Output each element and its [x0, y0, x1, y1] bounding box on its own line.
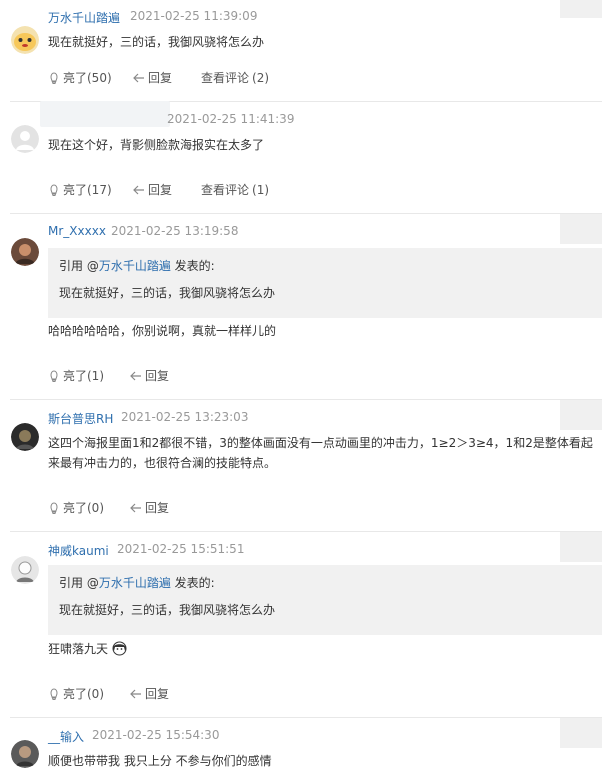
comment-text: 现在这个好，背影侧脸款海报实在太多了 — [48, 138, 265, 152]
quote-block: 引用 @万水千山踏遍 发表的: 现在就挺好，三的话，我御风骁将怎么办 — [48, 565, 602, 635]
divider — [10, 399, 602, 400]
reply-label: 回复 — [148, 71, 173, 85]
divider — [10, 717, 602, 718]
timestamp: 2021-02-25 13:19:58 — [111, 224, 239, 238]
reply-label: 回复 — [145, 369, 170, 383]
avatar[interactable] — [11, 556, 39, 584]
like-count: 亮了(17) — [63, 183, 112, 197]
username[interactable]: 神威kaumi — [48, 542, 109, 559]
emoji-icon — [112, 641, 127, 656]
comment-text: 顺便也带带我 我只上分 不参与你们的感情 — [48, 754, 272, 768]
like-count: 亮了(0) — [63, 687, 104, 701]
view-comments-label: 查看评论 — [201, 71, 250, 85]
quote-text: 现在就挺好，三的话，我御风骁将怎么办 — [59, 603, 276, 617]
reply-icon — [133, 73, 144, 82]
avatar[interactable] — [11, 423, 39, 451]
comment-text: 现在就挺好，三的话，我御风骁将怎么办 — [48, 35, 265, 49]
like-button[interactable]: 亮了(50) — [48, 69, 112, 86]
comment-text-line: 这四个海报里面1和2都很不错，3的整体画面没有一点动画里的冲击力，1≥2＞3≥4… — [48, 436, 593, 450]
timestamp: 2021-02-25 11:41:39 — [167, 112, 295, 126]
timestamp: 2021-02-25 15:51:51 — [117, 542, 245, 556]
reply-icon — [130, 689, 141, 698]
quote-suffix: 发表的: — [170, 576, 215, 590]
avatar[interactable] — [11, 238, 39, 266]
timestamp: 2021-02-25 15:54:30 — [92, 728, 220, 742]
quote-prefix: 引用 @ — [59, 259, 99, 273]
reply-label: 回复 — [145, 687, 170, 701]
reply-button[interactable]: 回复 — [130, 499, 169, 516]
view-comments-button[interactable]: 查看评论 (1) — [201, 181, 269, 198]
avatar[interactable] — [11, 740, 39, 768]
like-icon — [50, 71, 58, 84]
reply-label: 回复 — [145, 501, 170, 515]
view-comments-label: 查看评论 — [201, 183, 250, 197]
quoted-username[interactable]: 万水千山踏遍 — [99, 259, 171, 273]
reply-button[interactable]: 回复 — [133, 69, 172, 86]
divider — [10, 213, 602, 214]
reply-button[interactable]: 回复 — [130, 685, 169, 702]
comment-text: 狂啸落九天 — [48, 639, 593, 659]
like-icon — [50, 183, 58, 196]
divider — [10, 531, 602, 532]
like-button[interactable]: 亮了(17) — [48, 181, 112, 198]
username[interactable]: 万水千山踏遍 — [48, 9, 120, 26]
edge-block — [560, 718, 602, 748]
quote-prefix: 引用 @ — [59, 576, 99, 590]
like-icon — [50, 501, 58, 514]
comment-text: 哈哈哈哈哈哈，你别说啊，真就一样样儿的 — [48, 324, 277, 338]
comment-text-line: 来最有冲击力的，也很符合澜的技能特点。 — [48, 456, 277, 470]
quote-suffix: 发表的: — [170, 259, 215, 273]
reply-icon — [133, 185, 144, 194]
like-button[interactable]: 亮了(0) — [48, 685, 104, 702]
edge-block — [560, 214, 602, 244]
quote-text: 现在就挺好，三的话，我御风骁将怎么办 — [59, 286, 276, 300]
like-count: 亮了(1) — [63, 369, 104, 383]
reply-button[interactable]: 回复 — [133, 181, 172, 198]
view-comments-count: (2) — [252, 70, 270, 85]
like-count: 亮了(50) — [63, 71, 112, 85]
quote-header: 引用 @万水千山踏遍 发表的: — [59, 257, 215, 274]
timestamp: 2021-02-25 13:23:03 — [121, 410, 249, 424]
edge-block — [560, 532, 602, 562]
reply-icon — [130, 503, 141, 512]
like-count: 亮了(0) — [63, 501, 104, 515]
username[interactable]: 斯台普思RH — [48, 410, 113, 427]
quoted-username[interactable]: 万水千山踏遍 — [99, 576, 171, 590]
comment-text: 这四个海报里面1和2都很不错，3的整体画面没有一点动画里的冲击力，1≥2＞3≥4… — [48, 433, 593, 473]
view-comments-count: (1) — [252, 182, 270, 197]
comment-text-content: 狂啸落九天 — [48, 642, 109, 656]
username[interactable]: __输入 — [48, 728, 84, 745]
like-icon — [50, 687, 58, 700]
like-icon — [50, 369, 58, 382]
like-button[interactable]: 亮了(0) — [48, 499, 104, 516]
reply-icon — [130, 371, 141, 380]
timestamp: 2021-02-25 11:39:09 — [130, 9, 258, 23]
reply-label: 回复 — [148, 183, 173, 197]
like-button[interactable]: 亮了(1) — [48, 367, 104, 384]
avatar[interactable] — [11, 125, 39, 153]
quote-block: 引用 @万水千山踏遍 发表的: 现在就挺好，三的话，我御风骁将怎么办 — [48, 248, 602, 318]
edge-block — [560, 0, 602, 18]
username[interactable]: Mr_Xxxxx — [48, 224, 106, 238]
reply-button[interactable]: 回复 — [130, 367, 169, 384]
view-comments-button[interactable]: 查看评论 (2) — [201, 69, 269, 86]
avatar[interactable] — [11, 26, 39, 54]
quote-header: 引用 @万水千山踏遍 发表的: — [59, 574, 215, 591]
edge-block — [560, 400, 602, 430]
blurred-username — [40, 101, 170, 127]
